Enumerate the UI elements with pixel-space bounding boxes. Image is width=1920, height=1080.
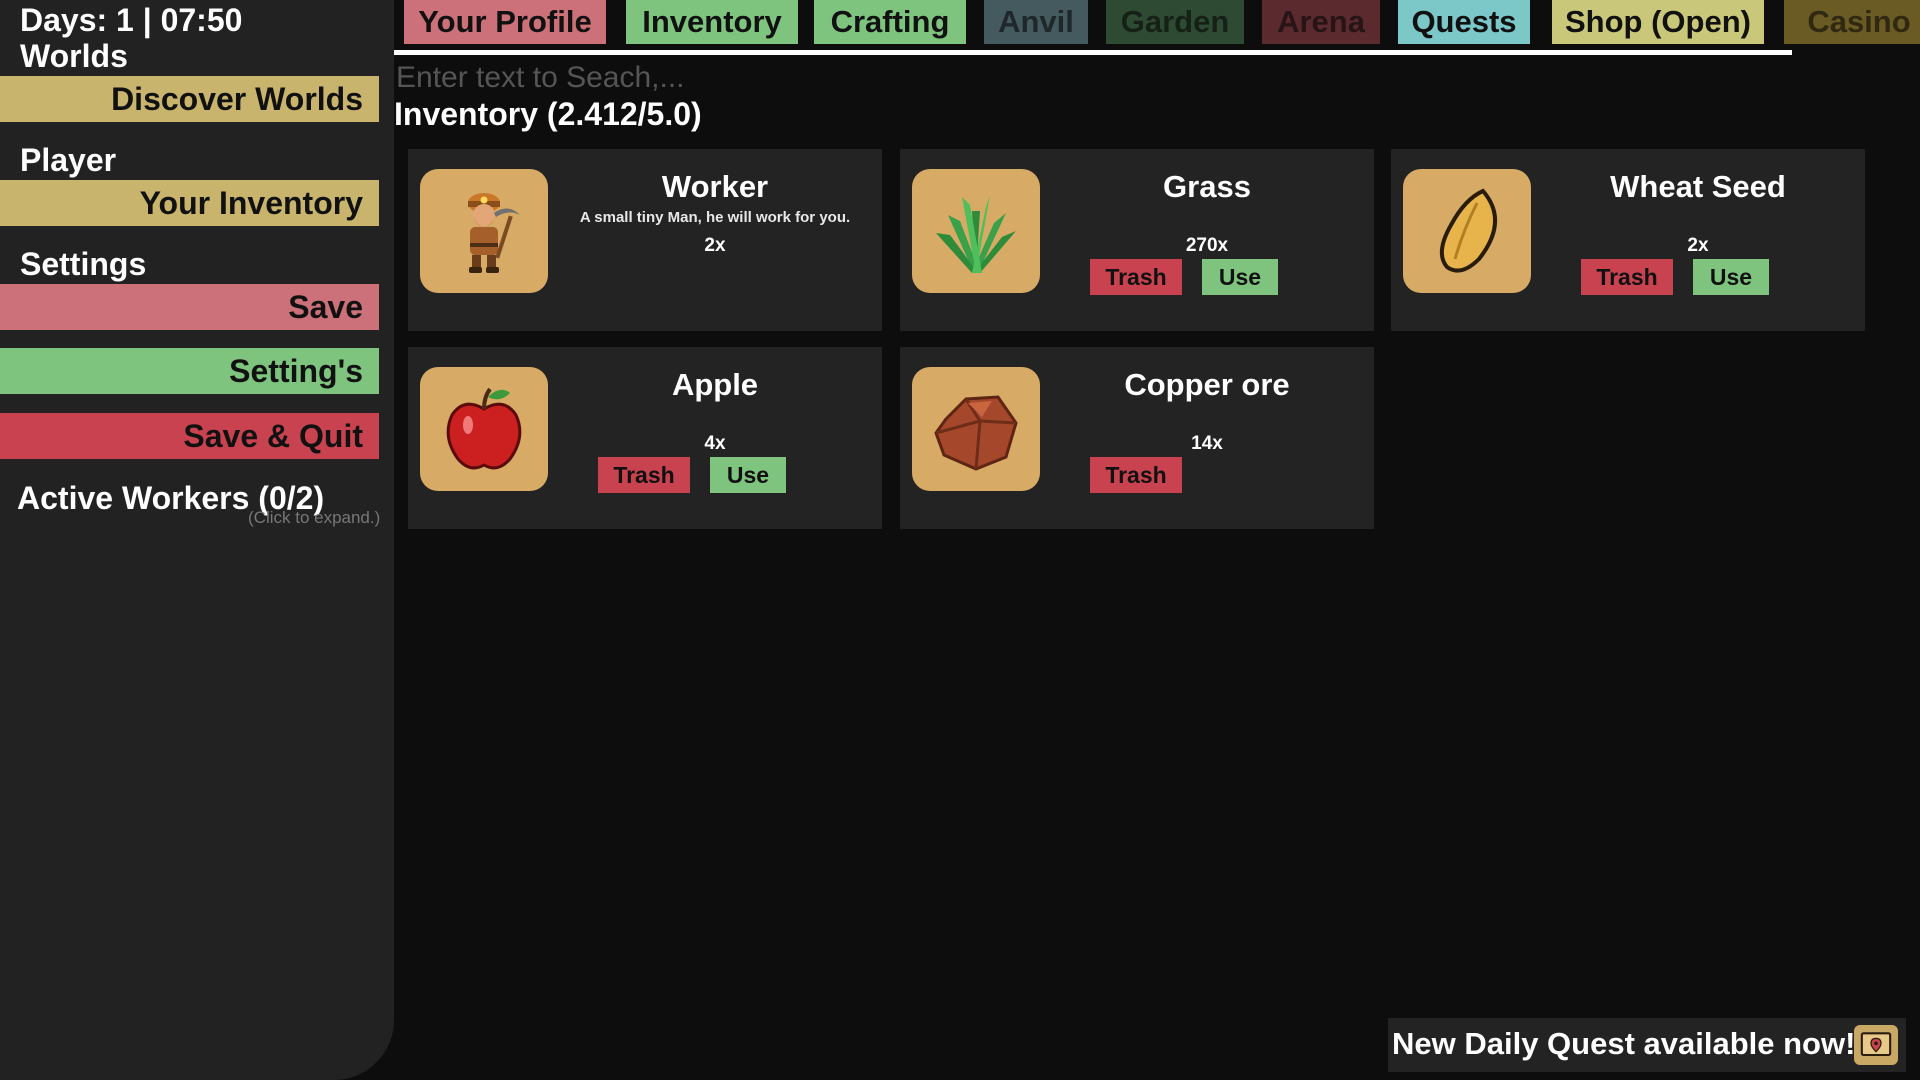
inventory-card-apple: Apple 4x Trash Use xyxy=(408,347,882,529)
card-body: Apple 4x Trash Use xyxy=(558,347,872,529)
card-body: Worker A small tiny Man, he will work fo… xyxy=(558,149,872,331)
top-tab-bar: Your Profile Inventory Crafting Anvil Ga… xyxy=(404,0,1920,44)
card-body: Grass 270x Trash Use xyxy=(1050,149,1364,331)
tab-inventory[interactable]: Inventory xyxy=(626,0,798,44)
tab-underline xyxy=(394,50,1792,55)
wheat-seed-icon xyxy=(1403,169,1531,293)
item-count: 2x xyxy=(1687,235,1709,256)
worlds-title: Worlds xyxy=(20,38,128,74)
item-name: Grass xyxy=(1163,169,1251,204)
inventory-card-grass: Grass 270x Trash Use xyxy=(900,149,1374,331)
settings-button[interactable]: Setting's xyxy=(0,348,379,394)
your-inventory-button[interactable]: Your Inventory xyxy=(0,180,379,226)
trash-button[interactable]: Trash xyxy=(598,457,690,493)
tab-quests[interactable]: Quests xyxy=(1398,0,1530,44)
item-name: Apple xyxy=(671,367,759,402)
tab-casino[interactable]: Casino xyxy=(1784,0,1920,44)
worker-icon xyxy=(420,169,548,293)
save-quit-button[interactable]: Save & Quit xyxy=(0,413,379,459)
grass-icon xyxy=(912,169,1040,293)
item-count: 2x xyxy=(704,235,726,256)
trash-button[interactable]: Trash xyxy=(1090,457,1182,493)
player-title: Player xyxy=(20,142,117,178)
item-description: A small tiny Man, he will work for you. xyxy=(579,209,851,226)
item-name: Copper ore xyxy=(1124,367,1290,402)
card-body: Wheat Seed 2x Trash Use xyxy=(1541,149,1855,331)
item-name: Worker xyxy=(661,169,769,204)
inventory-title: Inventory (2.412/5.0) xyxy=(394,96,702,132)
item-count: 4x xyxy=(704,433,726,454)
daily-quest-notification[interactable]: New Daily Quest available now! xyxy=(1388,1018,1906,1072)
apple-icon xyxy=(420,367,548,491)
tab-arena[interactable]: Arena xyxy=(1262,0,1380,44)
tab-crafting[interactable]: Crafting xyxy=(814,0,966,44)
settings-title: Settings xyxy=(20,246,147,282)
notification-text: New Daily Quest available now! xyxy=(1392,1026,1856,1061)
tab-garden[interactable]: Garden xyxy=(1106,0,1244,44)
inventory-card-worker: Worker A small tiny Man, he will work fo… xyxy=(408,149,882,331)
discover-worlds-button[interactable]: Discover Worlds xyxy=(0,76,379,122)
use-button[interactable]: Use xyxy=(710,457,786,493)
expand-hint: (Click to expand.) xyxy=(248,508,381,527)
copper-ore-icon xyxy=(912,367,1040,491)
tab-anvil[interactable]: Anvil xyxy=(984,0,1088,44)
search-input[interactable] xyxy=(396,58,1396,98)
sidebar: Days: 1 | 07:50 Worlds Discover Worlds P… xyxy=(0,0,394,1080)
use-button[interactable]: Use xyxy=(1693,259,1769,295)
card-body: Copper ore 14x Trash xyxy=(1050,347,1364,529)
inventory-card-copper-ore: Copper ore 14x Trash xyxy=(900,347,1374,529)
item-count: 14x xyxy=(1191,433,1223,454)
save-button[interactable]: Save xyxy=(0,284,379,330)
day-clock: Days: 1 | 07:50 xyxy=(20,2,243,38)
tab-shop[interactable]: Shop (Open) xyxy=(1552,0,1764,44)
item-count: 270x xyxy=(1185,235,1229,256)
trash-button[interactable]: Trash xyxy=(1581,259,1673,295)
use-button[interactable]: Use xyxy=(1202,259,1278,295)
tab-your-profile[interactable]: Your Profile xyxy=(404,0,606,44)
trash-button[interactable]: Trash xyxy=(1090,259,1182,295)
inventory-card-wheat-seed: Wheat Seed 2x Trash Use xyxy=(1391,149,1865,331)
item-name: Wheat Seed xyxy=(1610,169,1786,204)
map-icon xyxy=(1854,1025,1898,1065)
